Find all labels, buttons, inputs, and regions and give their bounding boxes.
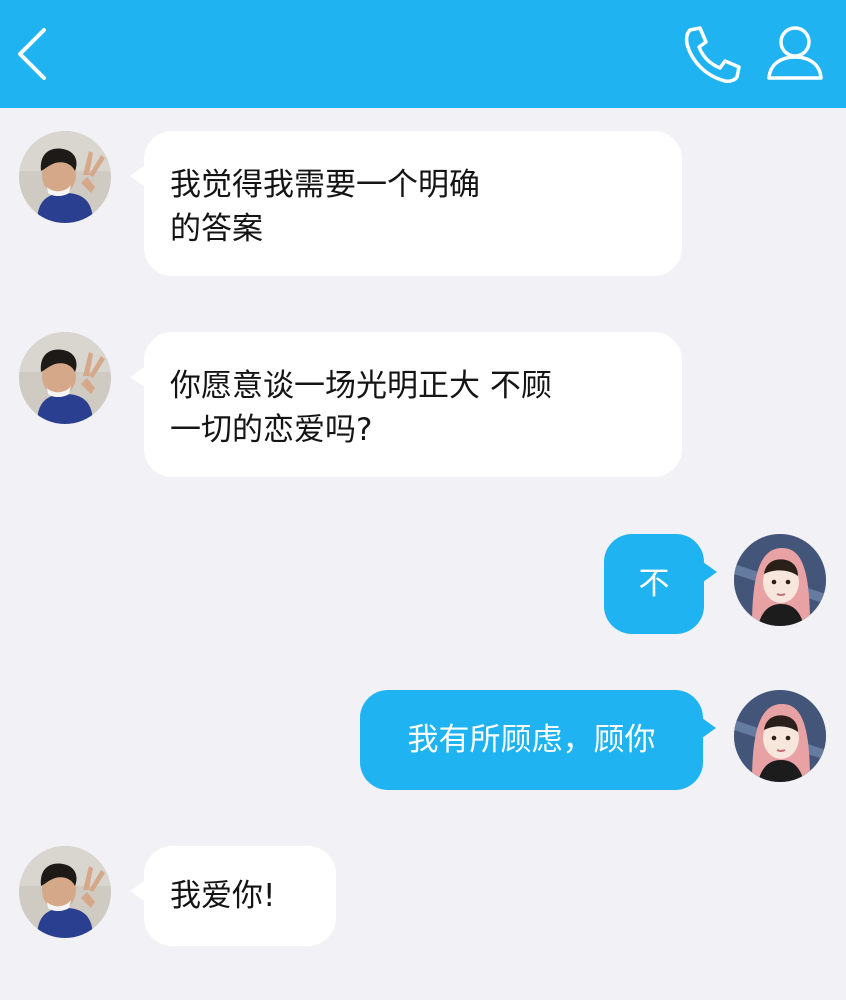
user-avatar[interactable] bbox=[734, 534, 826, 626]
message-text-line: 我爱你! bbox=[170, 878, 276, 914]
avatar-photo-male bbox=[19, 131, 111, 223]
top-bar bbox=[0, 0, 846, 108]
message-bubble[interactable]: 你愿意谈一场光明正大 不顾 一切的恋爱吗? bbox=[144, 332, 682, 477]
contact-avatar[interactable] bbox=[19, 131, 111, 223]
message-text-line: 我有所顾虑，顾你 bbox=[407, 722, 656, 758]
message-bubble[interactable]: 我有所顾虑，顾你 bbox=[360, 690, 703, 790]
user-avatar[interactable] bbox=[734, 690, 826, 782]
phone-icon[interactable] bbox=[680, 24, 744, 84]
message-bubble[interactable]: 我觉得我需要一个明确 的答案 bbox=[144, 131, 682, 276]
avatar-photo-male bbox=[19, 332, 111, 424]
message-text-line: 我觉得我需要一个明确 bbox=[170, 167, 480, 203]
message-bubble[interactable]: 我爱你! bbox=[144, 846, 336, 946]
message-text-line: 的答案 bbox=[170, 211, 263, 247]
chevron-left-icon[interactable] bbox=[12, 26, 54, 82]
message-bubble[interactable]: 不 bbox=[604, 534, 704, 634]
avatar-photo-male bbox=[19, 846, 111, 938]
message-text-line: 不 bbox=[638, 566, 670, 602]
avatar-photo-female bbox=[734, 534, 826, 626]
message-text-line: 你愿意谈一场光明正大 不顾 bbox=[170, 368, 552, 404]
contact-avatar[interactable] bbox=[19, 846, 111, 938]
message-text-line: 一切的恋爱吗? bbox=[170, 412, 373, 448]
contact-avatar[interactable] bbox=[19, 332, 111, 424]
avatar-photo-female bbox=[734, 690, 826, 782]
person-icon[interactable] bbox=[764, 24, 826, 82]
